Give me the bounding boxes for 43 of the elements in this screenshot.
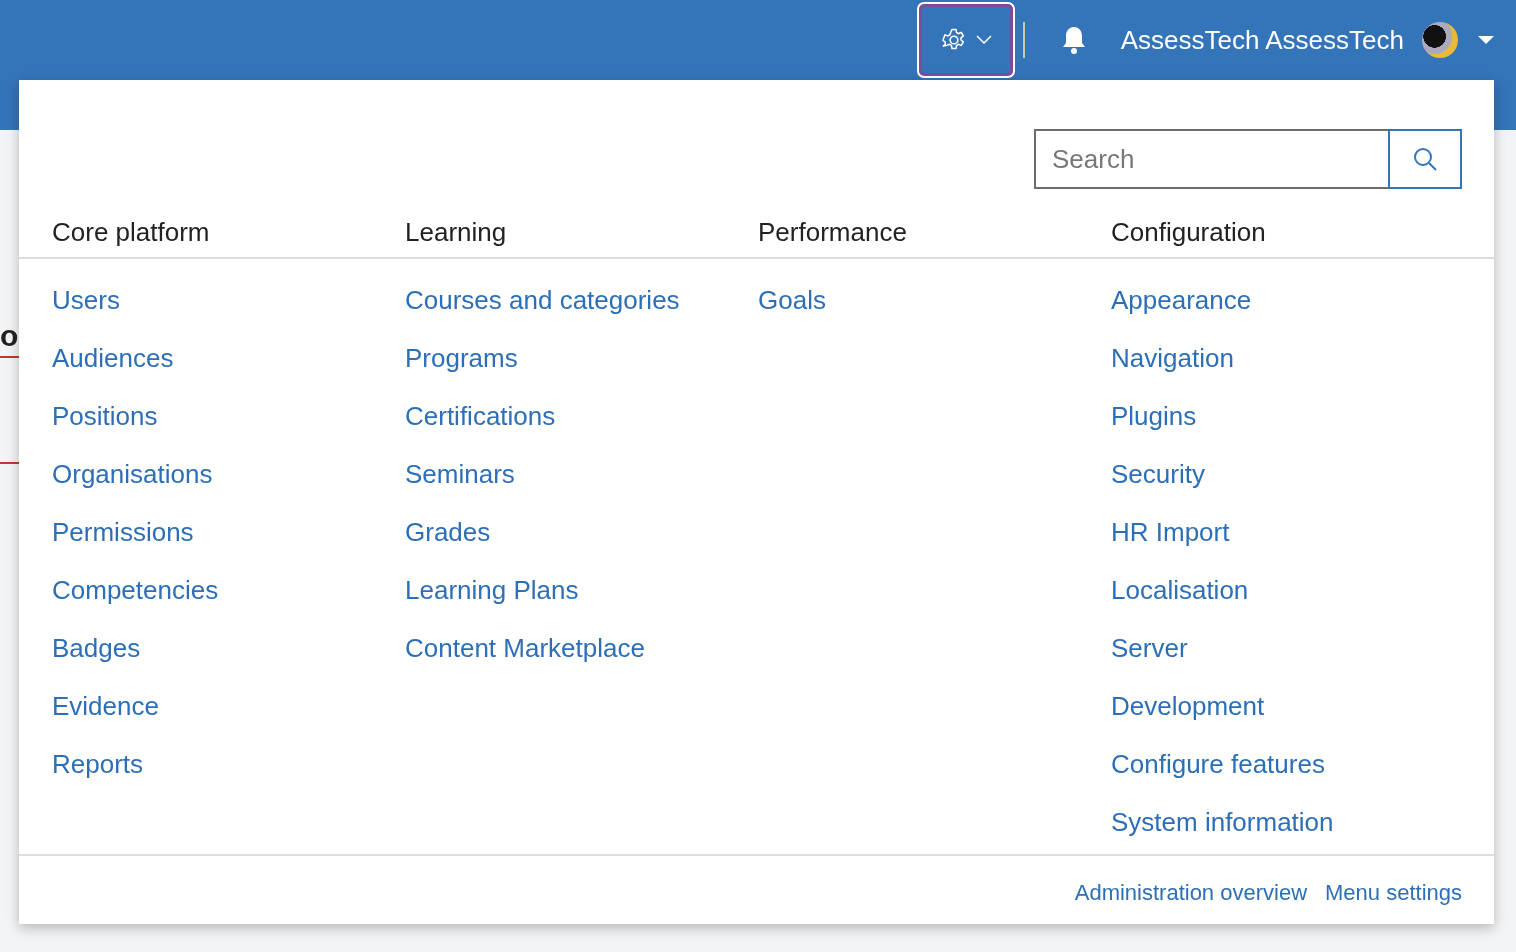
menu-link[interactable]: Certifications (405, 387, 556, 445)
menu-link[interactable]: Reports (52, 735, 144, 793)
footer-link[interactable]: Menu settings (1325, 878, 1462, 908)
menu-link[interactable]: Competencies (52, 561, 219, 619)
menu-link[interactable]: Users (52, 271, 120, 329)
user-name[interactable]: AssessTech AssessTech (1120, 24, 1404, 56)
menu-link[interactable]: HR Import (1111, 503, 1230, 561)
menu-link[interactable]: Security (1111, 445, 1205, 503)
menu-link[interactable]: Positions (52, 387, 158, 445)
footer-link[interactable]: Administration overview (1074, 878, 1308, 908)
menu-link[interactable]: Navigation (1111, 329, 1234, 387)
column-heading: Core platform (52, 216, 211, 249)
bell-icon[interactable] (1060, 25, 1087, 55)
menu-link[interactable]: Appearance (1111, 271, 1252, 329)
column-heading: Configuration (1111, 216, 1267, 249)
page-heading: o (0, 318, 19, 354)
menu-link[interactable]: Evidence (52, 677, 159, 735)
menu-link[interactable]: Grades (405, 503, 491, 561)
menu-link[interactable]: Server (1111, 619, 1188, 677)
menu-link[interactable]: Permissions (52, 503, 194, 561)
menu-link[interactable]: Programs (405, 329, 518, 387)
column-heading: Learning (405, 216, 508, 249)
menu-link[interactable]: Courses and categories (405, 271, 680, 329)
menu-link[interactable]: Development (1111, 677, 1265, 735)
menu-link[interactable]: Configure features (1111, 735, 1325, 793)
chevron-down-icon (975, 35, 992, 45)
search-field[interactable]: Search (1034, 129, 1388, 189)
settings-menu-button[interactable] (918, 4, 1013, 76)
search-icon (1412, 146, 1438, 172)
avatar[interactable] (1422, 22, 1458, 58)
caret-icon[interactable] (1478, 35, 1494, 45)
menu-link[interactable]: Goals (758, 271, 826, 329)
menu-link[interactable]: Audiences (52, 329, 174, 387)
menu-link[interactable]: Content Marketplace (405, 619, 645, 677)
search-button[interactable] (1388, 129, 1462, 189)
menu-link[interactable]: Plugins (1111, 387, 1197, 445)
menu-link[interactable]: Seminars (405, 445, 515, 503)
menu-link[interactable]: Organisations (52, 445, 213, 503)
menu-link[interactable]: Learning Plans (405, 561, 579, 619)
menu-link[interactable]: Localisation (1111, 561, 1249, 619)
menu-link[interactable]: System information (1111, 793, 1334, 851)
column-heading: Performance (758, 216, 908, 249)
menu-link[interactable]: Badges (52, 619, 141, 677)
